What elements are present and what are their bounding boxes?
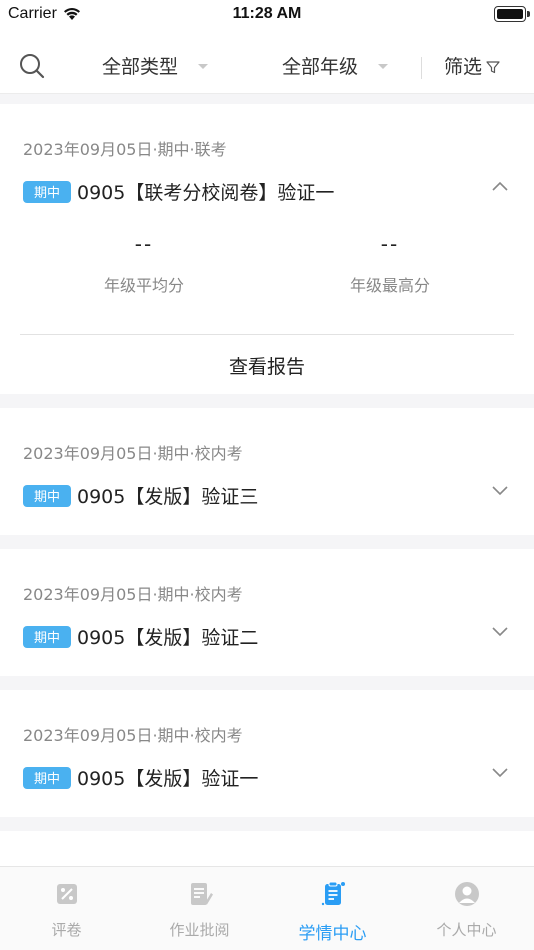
filter-divider	[421, 57, 422, 79]
exam-title: 0905【发版】验证二	[77, 627, 259, 649]
exam-title: 0905【联考分校阅卷】验证一	[77, 182, 335, 204]
exam-stats: -- 年级平均分 -- 年级最高分	[0, 232, 534, 302]
tab-homework[interactable]: 作业批阅	[133, 879, 266, 940]
exam-title: 0905【发版】验证一	[77, 768, 259, 790]
exam-title-row: 期中 0905【联考分校阅卷】验证一	[23, 178, 334, 205]
tab-label: 作业批阅	[169, 921, 230, 939]
exam-card[interactable]: 2023年09月05日·期中·联考 期中 0905【联考分校阅卷】验证一 -- …	[0, 104, 534, 394]
tab-learning-center[interactable]: 学情中心	[266, 879, 399, 944]
tab-profile[interactable]: 个人中心	[400, 879, 533, 940]
exam-meta: 2023年09月05日·期中·校内考	[23, 444, 243, 463]
homework-icon	[190, 883, 213, 905]
person-icon	[454, 882, 479, 906]
grade-average-stat: -- 年级平均分	[44, 232, 244, 296]
search-icon	[20, 54, 45, 79]
grade-max-stat: -- 年级最高分	[290, 232, 490, 296]
grade-max-value: --	[380, 232, 400, 256]
clipboard-icon	[321, 881, 345, 906]
exam-type-badge: 期中	[23, 180, 71, 203]
chevron-down-icon[interactable]	[491, 625, 509, 637]
screen-filter-button[interactable]: 筛选	[444, 52, 500, 79]
exam-title-row: 期中 0905【发版】验证一	[23, 764, 258, 791]
battery-icon	[494, 6, 530, 22]
exam-card[interactable]: 2023年09月05日·期中·校内考 期中 0905【发版】验证一	[0, 690, 534, 817]
exam-title-row: 期中 0905【发版】验证二	[23, 623, 258, 650]
tab-label: 学情中心	[298, 924, 367, 944]
grade-filter-dropdown[interactable]: 全部年级	[282, 52, 389, 79]
view-report-button[interactable]: 查看报告	[0, 352, 534, 379]
tab-grading[interactable]: 评卷	[0, 879, 133, 940]
tab-label: 个人中心	[436, 921, 497, 939]
exam-type-badge: 期中	[23, 625, 71, 648]
exam-title-row: 期中 0905【发版】验证三	[23, 482, 258, 509]
exam-meta: 2023年09月05日·期中·联考	[23, 140, 227, 159]
chevron-up-icon[interactable]	[491, 180, 509, 192]
card-divider	[20, 334, 514, 335]
exam-type-badge: 期中	[23, 484, 71, 507]
funnel-icon	[486, 60, 500, 73]
exam-title: 0905【发版】验证三	[77, 486, 259, 508]
tab-bar: 评卷 作业批阅 学情中心 个人中心	[0, 866, 534, 950]
type-filter-label: 全部类型	[102, 56, 179, 78]
exam-meta: 2023年09月05日·期中·校内考	[23, 726, 243, 745]
grade-filter-label: 全部年级	[282, 56, 359, 78]
grade-average-label: 年级平均分	[103, 276, 184, 295]
search-button[interactable]	[18, 52, 46, 80]
exam-type-badge: 期中	[23, 766, 71, 789]
grading-icon	[56, 884, 77, 904]
exam-card[interactable]: 2023年09月05日·期中·校内考 期中 0905【发版】验证二	[0, 549, 534, 676]
exam-list: 2023年09月05日·期中·联考 期中 0905【联考分校阅卷】验证一 -- …	[0, 104, 534, 881]
clock: 11:28 AM	[232, 5, 302, 22]
type-filter-dropdown[interactable]: 全部类型	[102, 52, 209, 79]
screen-filter-label: 筛选	[444, 56, 483, 78]
chevron-down-icon[interactable]	[491, 484, 509, 496]
caret-down-icon	[378, 64, 389, 69]
grade-max-label: 年级最高分	[349, 276, 430, 295]
grade-average-value: --	[134, 232, 154, 256]
exam-card[interactable]: 2023年09月05日·期中·校内考 期中 0905【发版】验证三	[0, 408, 534, 535]
chevron-down-icon[interactable]	[491, 766, 509, 778]
tab-label: 评卷	[51, 921, 82, 939]
exam-meta: 2023年09月05日·期中·校内考	[23, 585, 243, 604]
filter-bar: 全部类型 全部年级 筛选	[0, 30, 534, 94]
status-bar: Carrier 11:28 AM	[0, 0, 534, 30]
caret-down-icon	[198, 64, 209, 69]
